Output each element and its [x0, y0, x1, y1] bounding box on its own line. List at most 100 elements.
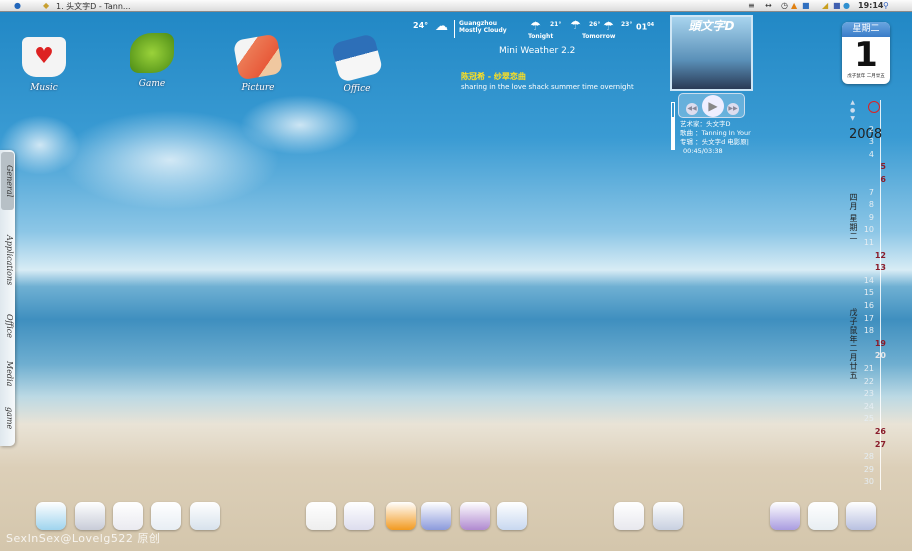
pencil-icon [232, 33, 284, 81]
desktop-icon-game[interactable]: Game [122, 33, 182, 89]
desktop-icon-picture[interactable]: Picture [228, 33, 288, 93]
calendar-day-23[interactable]: 23 [860, 389, 874, 398]
current-temp: 24° [413, 21, 429, 30]
calendar-day-20[interactable]: 20 [872, 351, 886, 360]
calendar-day-26[interactable]: 26 [872, 427, 886, 436]
apple-icon[interactable]: ● [14, 1, 21, 10]
rice-cooker-icon[interactable] [151, 502, 181, 530]
side-tab-bar: General Applications Office Media game [0, 150, 15, 446]
weather-city: Guangzhou [459, 20, 497, 27]
window-icon[interactable]: ■ [802, 1, 810, 10]
eject-icon[interactable]: ≡ [748, 1, 755, 10]
calendar-nav[interactable]: ▲ ● ▼ [850, 99, 855, 123]
calendar-day-11[interactable]: 11 [860, 238, 874, 247]
calendar-day-2[interactable]: 2 [860, 125, 874, 134]
toilet-paper-icon[interactable] [306, 502, 336, 530]
lyrics-line: sharing in the love shack summer time ov… [461, 83, 634, 91]
calendar-day-1[interactable]: 1 [868, 101, 880, 113]
calendar-widget[interactable]: 星期二 1 戊子鼠年 二月廿五 [842, 22, 890, 84]
calendar-day-8[interactable]: 8 [860, 200, 874, 209]
desktop-icon-label: Picture [241, 83, 275, 93]
messenger-icon[interactable]: ■ [833, 1, 841, 10]
desktop-icon-office[interactable]: Office [327, 32, 387, 94]
up-arrow-icon[interactable]: ▲ [850, 99, 855, 107]
calendar-day-3[interactable]: 3 [860, 137, 874, 146]
calendar-day-10[interactable]: 10 [860, 225, 874, 234]
previous-button[interactable]: ◀◀ [686, 103, 698, 115]
search-icon[interactable]: ⚲ [883, 1, 889, 10]
calendar-day-9[interactable]: 9 [860, 213, 874, 222]
play-button[interactable]: ▶ [702, 95, 724, 117]
cloudy-icon: ☁ [435, 19, 448, 34]
calendar-day-30[interactable]: 30 [860, 477, 874, 486]
bag-icon[interactable] [460, 502, 490, 530]
qq-icon[interactable]: ▲ [791, 1, 797, 10]
calendar-day-18[interactable]: 18 [860, 326, 874, 335]
dot-icon[interactable]: ● [850, 107, 855, 115]
network-icon[interactable]: ↔ [765, 1, 772, 10]
flower-icon[interactable] [386, 502, 416, 530]
tab-office[interactable]: Office [1, 308, 14, 344]
weather-widget-title: Mini Weather 2.2 [499, 46, 576, 56]
calendar-day-22[interactable]: 22 [860, 377, 874, 386]
calendar-day-17[interactable]: 17 [860, 314, 874, 323]
tissue-icon[interactable] [808, 502, 838, 530]
player-song: 歌曲 ：Tanning In Your [680, 129, 751, 137]
chat-icon[interactable] [846, 502, 876, 530]
usb-stick-icon[interactable] [653, 502, 683, 530]
clock-icon[interactable] [113, 502, 143, 530]
calendar-day-14[interactable]: 14 [860, 276, 874, 285]
tomorrow-label: Tomorrow [582, 33, 616, 40]
usb-drive-icon[interactable] [614, 502, 644, 530]
calendar-day-12[interactable]: 12 [872, 251, 886, 260]
desktop-icon-label: Game [138, 79, 166, 89]
slipper-icon[interactable] [421, 502, 451, 530]
clock[interactable]: 19:14 [858, 1, 883, 10]
tab-game[interactable]: game [1, 400, 14, 436]
calendar-lunar-vertical: 戊子鼠年二月廿五 [849, 308, 858, 380]
calendar-day-6[interactable]: 6 [872, 175, 886, 184]
monitor-icon[interactable] [36, 502, 66, 530]
calendar-day-27[interactable]: 27 [872, 440, 886, 449]
tab-general[interactable]: General [1, 152, 14, 210]
soap-icon[interactable] [770, 502, 800, 530]
tab-applications[interactable]: Applications [1, 225, 14, 295]
down-arrow-icon[interactable]: ▼ [850, 115, 855, 123]
toothbrush-icon[interactable] [497, 502, 527, 530]
clock-icon[interactable]: ◷ [781, 1, 788, 10]
calendar-day-24[interactable]: 24 [860, 402, 874, 411]
calendar-day-21[interactable]: 21 [860, 364, 874, 373]
calendar-day-19[interactable]: 19 [872, 339, 886, 348]
player-controls: ◀◀ ▶ ▶▶ [678, 93, 745, 118]
player-artist: 艺术家：头文字D [680, 120, 731, 128]
calendar-day-16[interactable]: 16 [860, 301, 874, 310]
calendar-day-7[interactable]: 7 [860, 188, 874, 197]
lyrics-title: 陈冠希 - 纱翠恋曲 [461, 72, 526, 81]
calendar-weekday-vertical: 星期二 [849, 214, 858, 241]
washer-icon[interactable] [190, 502, 220, 530]
tab-media[interactable]: Media [1, 356, 14, 392]
signal-icon[interactable]: ◢ [822, 1, 828, 10]
volume-slider[interactable] [671, 102, 675, 150]
cloud [240, 95, 360, 155]
calendar-day-29[interactable]: 29 [860, 465, 874, 474]
calendar-day-25[interactable]: 25 [860, 414, 874, 423]
winamp-icon[interactable]: ◆ [43, 1, 49, 10]
rain-icon: ☂ [530, 19, 541, 33]
calendar-day-15[interactable]: 15 [860, 288, 874, 297]
next-button[interactable]: ▶▶ [727, 103, 739, 115]
calendar-year: 2008 [849, 127, 883, 142]
desktop-icon-music[interactable]: ♥ Music [14, 37, 74, 93]
album-art: 頭文字D [670, 15, 753, 91]
calendar-day-13[interactable]: 13 [872, 263, 886, 272]
calendar-day-28[interactable]: 28 [860, 452, 874, 461]
tomorrow-temp-high: 26° [589, 21, 601, 28]
rain-icon: ☂ [603, 19, 614, 33]
weather-date: 0104 [636, 22, 655, 32]
ie-icon[interactable]: ● [843, 1, 850, 10]
active-window-title[interactable]: 1. 头文字D - Tann... [56, 1, 131, 12]
microwave-icon[interactable] [75, 502, 105, 530]
hairdryer-icon[interactable] [344, 502, 374, 530]
calendar-day-4[interactable]: 4 [860, 150, 874, 159]
calendar-day-5[interactable]: 5 [872, 162, 886, 171]
